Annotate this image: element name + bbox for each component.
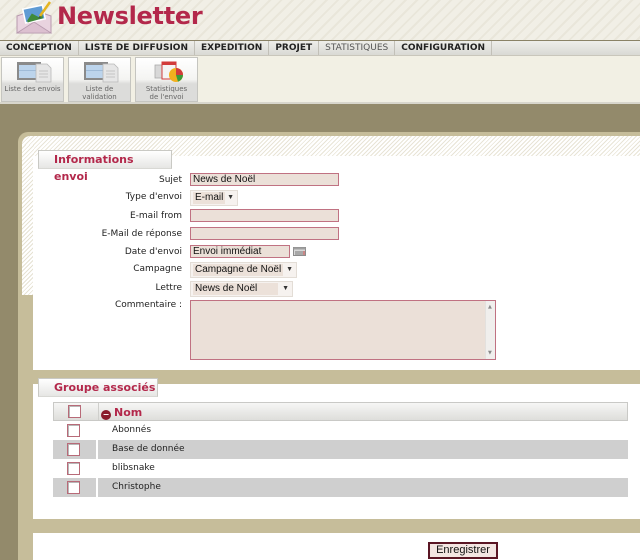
lettre-label: Lettre <box>155 283 183 293</box>
row-checkbox[interactable] <box>67 462 80 475</box>
statistiques-envoi-button[interactable]: Statistiques de l'envoi <box>135 57 198 102</box>
scroll-down-icon[interactable]: ▼ <box>488 350 492 356</box>
table-row: Christophe <box>53 478 628 497</box>
chevron-down-icon: ▼ <box>286 266 293 273</box>
row-checkbox[interactable] <box>67 481 80 494</box>
envelope-image-icon <box>15 1 53 34</box>
select-all-checkbox[interactable] <box>68 405 81 418</box>
campagne-value: Campagne de Noël <box>193 264 284 276</box>
table-row: blibsnake <box>53 459 628 478</box>
field-sujet: Sujet News de Noël <box>33 173 640 189</box>
table-header-row: − Nom <box>53 402 628 421</box>
lettre-value: News de Noël <box>193 283 278 295</box>
statistiques-envoi-label: Statistiques de l'envoi <box>145 85 188 101</box>
commentaire-textarea[interactable]: ▲ ▼ <box>190 300 496 360</box>
liste-des-envois-button[interactable]: Liste des envois <box>1 57 64 102</box>
column-divider <box>96 440 98 459</box>
menu-item-statistiques[interactable]: STATISTIQUES <box>319 41 396 55</box>
row-check-cell <box>53 440 97 459</box>
type-envoi-select[interactable]: E-mail ▼ <box>190 190 238 206</box>
groups-section-title: Groupe associés <box>38 378 158 397</box>
column-divider <box>96 459 98 478</box>
menu-item-conception[interactable]: CONCEPTION <box>0 41 79 55</box>
field-lettre: Lettre News de Noël ▼ <box>33 281 640 297</box>
column-header-label: Nom <box>114 406 143 419</box>
group-name: Base de donnée <box>112 444 185 454</box>
column-divider <box>96 421 98 440</box>
liste-des-envois-label: Liste des envois <box>4 85 61 93</box>
window-list-icon <box>84 62 119 83</box>
scroll-up-icon[interactable]: ▲ <box>488 304 492 310</box>
liste-de-validation-button[interactable]: Liste de validation <box>68 57 131 102</box>
pie-chart-icon <box>154 61 183 82</box>
save-button[interactable]: Enregistrer <box>428 542 498 559</box>
groups-table: − Nom Abonnés Base de donnée blibsnake Ch… <box>53 402 628 497</box>
field-email-reponse: E-Mail de réponse <box>33 227 640 243</box>
textarea-scrollbar[interactable]: ▲ ▼ <box>485 301 495 359</box>
app-header: Newsletter <box>0 0 640 40</box>
date-envoi-input[interactable]: Envoi immédiat <box>190 245 290 258</box>
row-check-cell <box>53 421 97 440</box>
app-title: Newsletter <box>57 2 203 30</box>
chevron-down-icon: ▼ <box>227 194 234 201</box>
row-checkbox[interactable] <box>67 443 80 456</box>
lettre-select[interactable]: News de Noël ▼ <box>190 281 293 297</box>
liste-de-validation-label: Liste de validation <box>82 85 117 101</box>
type-envoi-label: Type d'envoi <box>125 192 182 202</box>
table-row: Base de donnée <box>53 440 628 459</box>
type-envoi-value: E-mail <box>193 192 226 204</box>
sort-minus-icon[interactable]: − <box>101 410 111 420</box>
actions-panel <box>33 533 640 560</box>
group-name: Christophe <box>112 482 161 492</box>
date-envoi-label: Date d'envoi <box>124 247 182 257</box>
menu-item-configuration[interactable]: CONFIGURATION <box>395 41 493 55</box>
header-check-cell <box>54 403 98 420</box>
field-campagne: Campagne Campagne de Noël ▼ <box>33 262 640 278</box>
campagne-label: Campagne <box>133 264 182 274</box>
menu-item-liste-de-diffusion[interactable]: LISTE DE DIFFUSION <box>79 41 195 55</box>
chevron-down-icon: ▼ <box>282 285 289 292</box>
email-from-input[interactable] <box>190 209 339 222</box>
menu-item-expedition[interactable]: EXPEDITION <box>195 41 270 55</box>
groups-panel: Groupe associés − Nom Abonnés Base de don… <box>33 378 640 519</box>
row-check-cell <box>53 459 97 478</box>
table-row: Abonnés <box>53 421 628 440</box>
sujet-input[interactable]: News de Noël <box>190 173 339 186</box>
row-check-cell <box>53 478 97 497</box>
row-checkbox[interactable] <box>67 424 80 437</box>
sujet-label: Sujet <box>159 175 182 185</box>
window-list-icon <box>17 62 52 83</box>
column-header-nom[interactable]: − Nom <box>101 403 142 422</box>
calendar-icon[interactable] <box>293 247 306 256</box>
email-reponse-input[interactable] <box>190 227 339 240</box>
info-section-title: Informations envoi <box>38 150 172 183</box>
column-divider <box>98 403 99 420</box>
group-name: Abonnés <box>112 425 152 435</box>
main-menu: CONCEPTION LISTE DE DIFFUSION EXPEDITION… <box>0 40 640 56</box>
toolbar: Liste des envois Liste de validation Sta… <box>0 56 640 104</box>
email-from-label: E-mail from <box>129 211 182 221</box>
commentaire-label: Commentaire : <box>114 300 182 310</box>
info-panel: Informations envoi Sujet News de Noël Ty… <box>33 150 640 370</box>
email-reponse-label: E-Mail de réponse <box>101 229 182 239</box>
campagne-select[interactable]: Campagne de Noël ▼ <box>190 262 297 278</box>
field-type-envoi: Type d'envoi E-mail ▼ <box>33 190 640 206</box>
column-divider <box>96 478 98 497</box>
menu-item-projet[interactable]: PROJET <box>269 41 320 55</box>
group-name: blibsnake <box>112 463 155 473</box>
field-date-envoi: Date d'envoi Envoi immédiat <box>33 245 640 261</box>
field-email-from: E-mail from <box>33 209 640 225</box>
